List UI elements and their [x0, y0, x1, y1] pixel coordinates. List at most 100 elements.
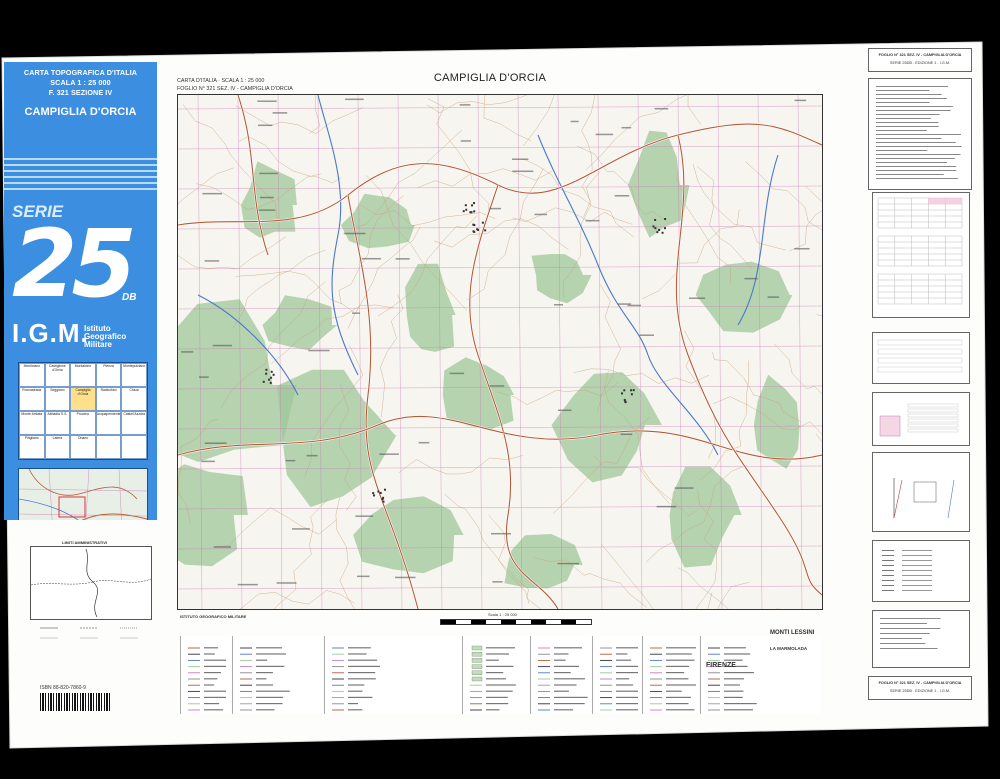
place-label-mark: [744, 277, 758, 280]
legend-text-mark: [724, 690, 744, 692]
building: [656, 231, 659, 234]
legend-text-mark: [256, 703, 283, 705]
legend-text-mark: [666, 659, 695, 661]
index-cell: Castiglione d'Orcia: [44, 363, 71, 387]
topographic-map[interactable]: [177, 94, 823, 610]
place-label-mark: [201, 460, 215, 463]
legend-text-mark: [256, 690, 290, 692]
legend-text-mark: [204, 703, 220, 705]
building: [262, 380, 265, 383]
abbrev-value: [902, 575, 932, 576]
place-label-mark: [558, 409, 572, 412]
legend-text-mark: [724, 647, 746, 649]
building: [377, 490, 380, 493]
building: [270, 370, 273, 373]
legend-text-mark: [486, 665, 514, 667]
legend-text-mark: [554, 647, 583, 649]
index-cell: Abbadia S.S.: [44, 411, 71, 435]
index-cell: Acquapendente: [95, 411, 122, 435]
place-label-mark: [212, 344, 232, 347]
abbrev-key: [882, 565, 894, 566]
legend-text-mark: [256, 709, 275, 711]
legend-text-mark: [204, 653, 215, 655]
scale-text: Scala 1 : 25 000: [488, 612, 517, 617]
place-label-mark: [259, 172, 278, 175]
place-label-mark: [258, 209, 276, 211]
legend-text-mark: [486, 696, 508, 698]
legend-text-mark: [256, 665, 285, 667]
legend-text-mark: [666, 696, 691, 698]
note-line: [876, 170, 957, 171]
cover-sheet-name: CAMPIGLIA D'ORCIA: [24, 106, 137, 118]
place-label-mark: [292, 528, 310, 530]
building: [268, 378, 271, 381]
building: [383, 488, 386, 491]
place-label-mark: [379, 453, 399, 455]
place-label-mark: [361, 257, 381, 260]
note-line: [876, 154, 961, 155]
declination-grid: [913, 481, 937, 503]
place-label-mark: [260, 196, 274, 199]
building: [652, 225, 655, 228]
legend-text-mark: [204, 647, 219, 649]
abbrev-value: [902, 590, 932, 591]
legend-text-mark: [724, 659, 743, 661]
note-line: [876, 150, 928, 151]
legend-text-mark: [204, 709, 224, 711]
building: [379, 491, 382, 494]
note-line: [876, 86, 949, 87]
place-label-mark: [554, 304, 563, 306]
note-line: [876, 142, 956, 143]
igm-sub-3: Militare: [84, 340, 113, 349]
legend-text-mark: [554, 684, 577, 686]
legend-text-mark: [724, 703, 757, 705]
credit-line: [880, 643, 926, 644]
place-label-mark: [272, 112, 288, 114]
place-label-mark: [418, 441, 430, 444]
building: [265, 368, 268, 371]
legend-text-mark: [616, 678, 630, 680]
place-label-mark: [794, 248, 810, 250]
place-label-mark: [489, 207, 502, 210]
legend-text-mark: [666, 709, 695, 711]
datum-row: [877, 339, 963, 346]
legend-text-mark: [666, 703, 689, 705]
index-row: [907, 428, 959, 433]
legend-text-mark: [348, 647, 371, 649]
index-cell: Onano: [70, 435, 96, 459]
index-cell: [95, 435, 122, 459]
legend-text-mark: [486, 659, 499, 661]
admin-legend: [40, 627, 138, 639]
legend-text-mark: [616, 653, 628, 655]
building: [473, 224, 476, 227]
place-label-mark: [689, 297, 706, 299]
place-label-mark: [343, 232, 366, 235]
legend-text-mark: [256, 696, 283, 698]
legend-place-1: FIRENZE: [706, 662, 736, 669]
place-label-mark: [276, 582, 297, 584]
note-line: [876, 90, 930, 91]
legend-text-mark: [486, 647, 515, 649]
place-label-mark: [306, 454, 318, 457]
index-cell: Roccastrada: [19, 387, 45, 411]
building: [464, 204, 467, 207]
legend-text-mark: [256, 653, 287, 655]
header-left-1: CARTA D'ITALIA · SCALA 1 : 25 000: [177, 78, 265, 84]
legend-text-mark: [554, 703, 585, 705]
building: [473, 210, 476, 213]
legend-swatch: [471, 658, 483, 663]
building: [632, 389, 635, 392]
legend-text-mark: [204, 690, 226, 692]
place-label-mark: [617, 303, 632, 305]
abbrev-key: [882, 575, 894, 576]
right-top-title: FOGLIO N° 321 SEZ. IV - CAMPIGLIA D'ORCI…: [878, 53, 962, 57]
note-line: [876, 158, 955, 159]
right-bottom-title: FOGLIO N° 321 SEZ. IV - CAMPIGLIA D'ORCI…: [878, 681, 962, 685]
index-row: [907, 403, 959, 408]
cover-title: CARTA TOPOGRAFICA D'ITALIA: [23, 68, 138, 77]
legend-text-mark: [666, 665, 689, 667]
legend-place-3: LA MARMOLADA: [770, 646, 808, 651]
legend-text-mark: [486, 684, 516, 686]
legend-text-mark: [204, 665, 226, 667]
place-label-mark: [395, 258, 410, 260]
